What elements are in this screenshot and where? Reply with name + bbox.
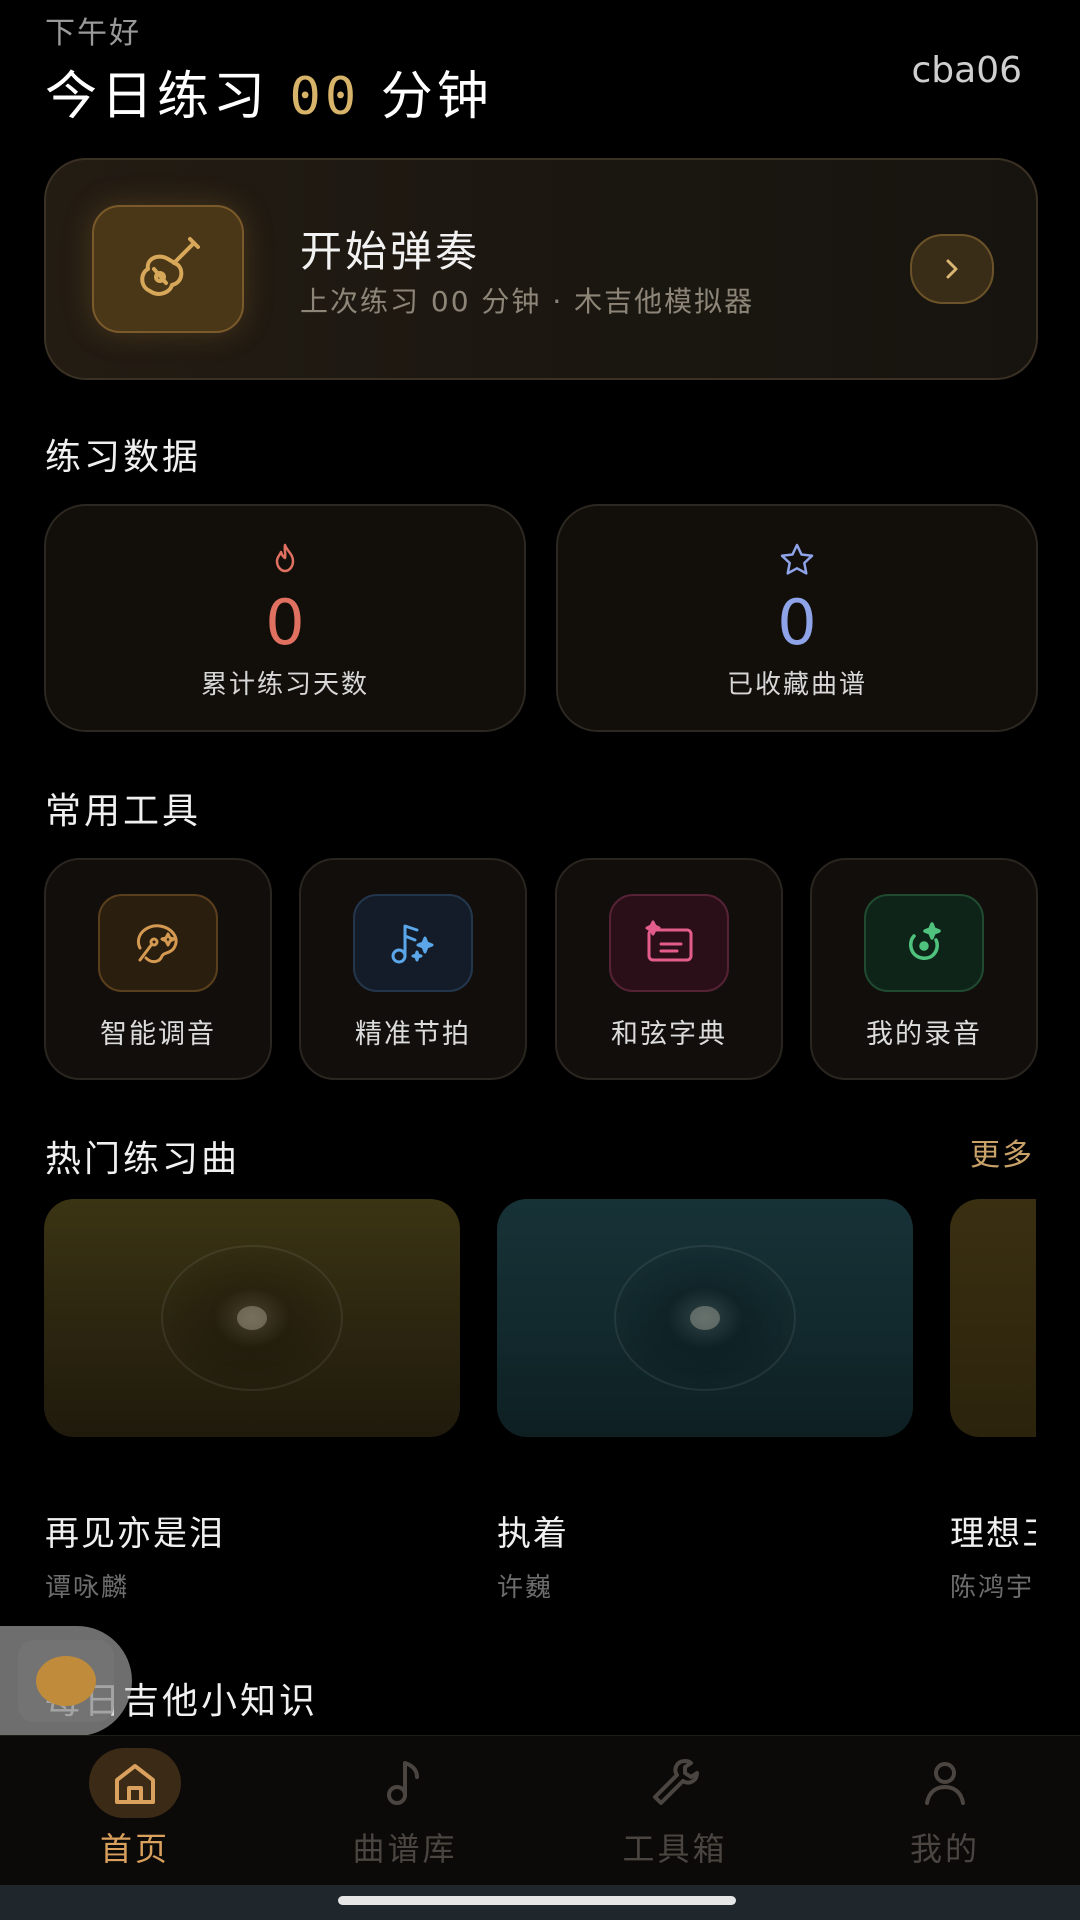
- tuner-icon: [98, 894, 218, 992]
- vinyl-disc-icon: [161, 1245, 343, 1391]
- tuner-label: 智能调音: [100, 1019, 216, 1050]
- greeting-text: 下午好: [45, 16, 141, 51]
- wrench-icon: [629, 1748, 721, 1818]
- song-title-2[interactable]: 执着: [497, 1506, 569, 1555]
- home-page: 下午好 今日练习 00 分钟 cba06 开始弹奏 上次练习 00 分钟 · 木…: [0, 0, 1080, 1920]
- nav-home-label: 首页: [99, 1830, 170, 1868]
- tools-title: 常用工具: [45, 791, 202, 832]
- nav-profile-label: 我的: [909, 1830, 980, 1868]
- song-artist-2: 许巍: [497, 1573, 554, 1603]
- metronome-icon: [353, 894, 473, 992]
- song-artist-1: 谭咏麟: [45, 1573, 130, 1603]
- nav-toolbox[interactable]: 工具箱: [540, 1748, 810, 1878]
- tool-chord-dictionary[interactable]: 和弦字典: [555, 858, 783, 1080]
- flame-icon: [46, 542, 524, 582]
- chord-dictionary-icon: [609, 894, 729, 992]
- minutes-unit: 分钟: [380, 67, 493, 127]
- practice-days-label: 累计练习天数: [200, 670, 369, 700]
- practice-data-title: 练习数据: [45, 437, 202, 478]
- recordings-label: 我的录音: [866, 1019, 982, 1050]
- user-icon: [899, 1748, 991, 1818]
- favorite-scores-value: 0: [777, 586, 817, 659]
- favorite-scores-card[interactable]: 0 已收藏曲谱: [556, 504, 1038, 732]
- nav-home[interactable]: 首页: [0, 1748, 270, 1878]
- hot-songs-title: 热门练习曲: [45, 1139, 241, 1180]
- song-title-1[interactable]: 再见亦是泪: [45, 1506, 225, 1555]
- music-note-icon: [359, 1748, 451, 1818]
- today-practice-summary: 今日练习 00 分钟: [45, 54, 493, 129]
- guitar-icon: [92, 205, 244, 333]
- tool-metronome[interactable]: 精准节拍: [299, 858, 527, 1080]
- song-title-3[interactable]: 理想三: [950, 1506, 1036, 1555]
- chord-dictionary-label: 和弦字典: [611, 1019, 727, 1050]
- username[interactable]: cba06: [911, 50, 1022, 91]
- practice-days-card[interactable]: 0 累计练习天数: [44, 504, 526, 732]
- nav-profile[interactable]: 我的: [810, 1748, 1080, 1878]
- start-playing-title: 开始弹奏: [300, 227, 481, 276]
- star-icon: [558, 542, 1036, 584]
- song-cover-2[interactable]: [497, 1199, 913, 1437]
- metronome-label: 精准节拍: [355, 1019, 471, 1050]
- song-artist-3: 陈鸿宇: [950, 1573, 1035, 1603]
- chevron-right-icon: [946, 259, 958, 279]
- nav-score-library[interactable]: 曲谱库: [270, 1748, 540, 1878]
- nav-score-library-label: 曲谱库: [352, 1830, 458, 1868]
- today-label: 今日练习: [45, 67, 270, 127]
- home-icon: [89, 1748, 181, 1818]
- practice-days-value: 0: [265, 586, 305, 659]
- favorite-scores-label: 已收藏曲谱: [726, 670, 867, 700]
- home-indicator[interactable]: [338, 1896, 736, 1905]
- recording-icon: [864, 894, 984, 992]
- last-practice-subtitle: 上次练习 00 分钟 · 木吉他模拟器: [300, 285, 755, 318]
- start-arrow-button[interactable]: [910, 234, 994, 304]
- song-cover-3[interactable]: [950, 1199, 1036, 1437]
- today-minutes: 00: [289, 67, 361, 127]
- song-3-clip: 理想三 陈鸿宇: [950, 1500, 1036, 1610]
- song-cover-1[interactable]: [44, 1199, 460, 1437]
- tool-tuner[interactable]: 智能调音: [44, 858, 272, 1080]
- tool-my-recordings[interactable]: 我的录音: [810, 858, 1038, 1080]
- nav-toolbox-label: 工具箱: [622, 1830, 728, 1868]
- floating-assistant-icon[interactable]: [18, 1640, 114, 1722]
- more-link[interactable]: 更多: [970, 1130, 1034, 1174]
- vinyl-disc-icon: [614, 1245, 796, 1391]
